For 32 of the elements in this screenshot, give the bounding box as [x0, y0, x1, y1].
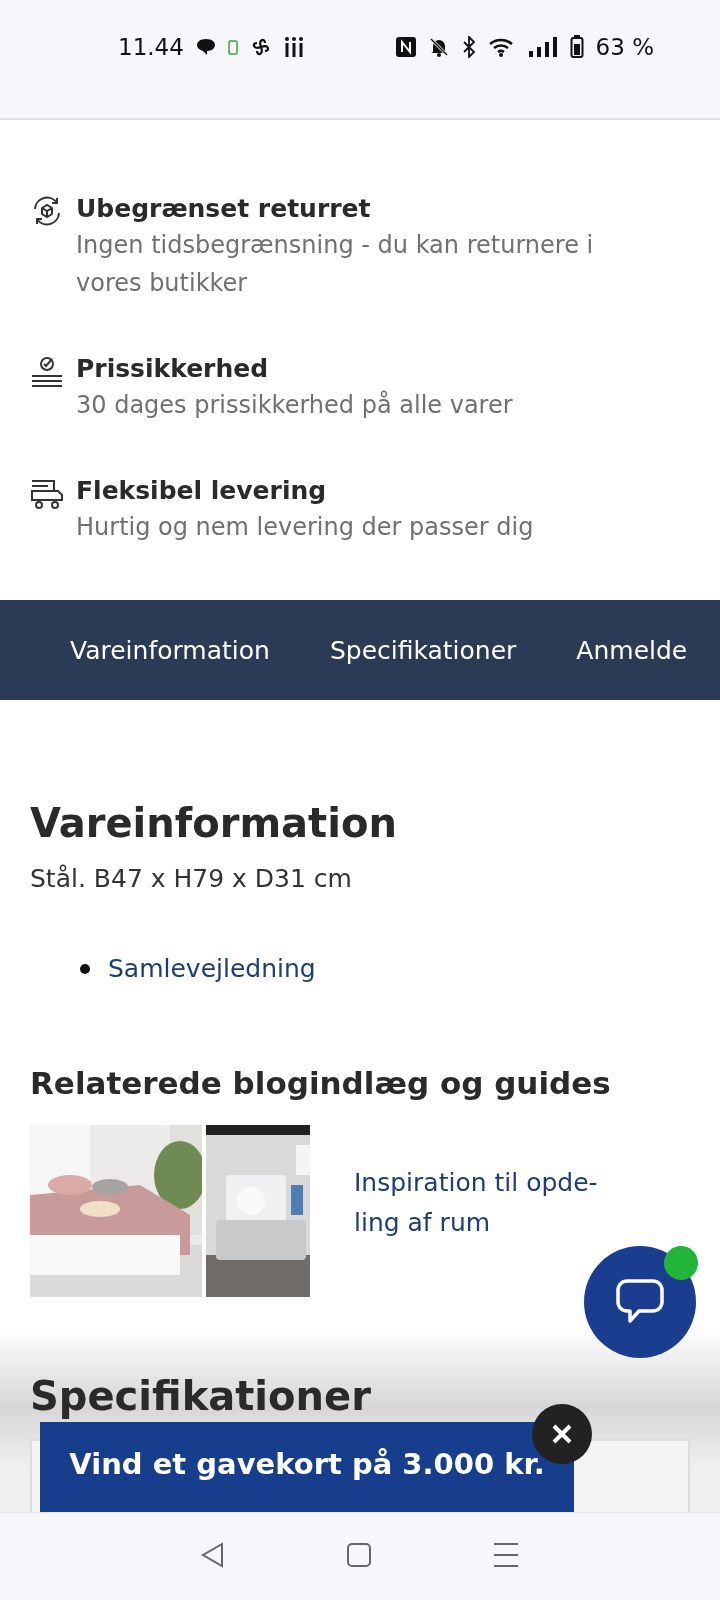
- feature-title: Ubegrænset returret: [76, 193, 372, 225]
- menu-icon: [492, 1542, 520, 1568]
- assembly-link[interactable]: Samlevejledning: [108, 949, 316, 989]
- back-icon: [200, 1542, 226, 1568]
- promo-banner[interactable]: Vind et gavekort på 3.000 kr.: [40, 1422, 574, 1512]
- nfc-icon: [395, 37, 416, 57]
- signal-icon: [527, 36, 558, 58]
- feature-title: Fleksibel levering: [76, 475, 328, 507]
- article-link[interactable]: Inspiration til opde-ling af rum: [354, 1163, 619, 1243]
- product-dimensions: Stål. B47 x H79 x D31 cm: [30, 864, 353, 893]
- bars-icon: [283, 36, 304, 58]
- battery-icon: [569, 35, 584, 59]
- close-icon: [552, 1424, 572, 1444]
- section-tab[interactable]: Specifikationer: [299, 635, 547, 665]
- section-heading: Relaterede blogindlæg og guides: [30, 1064, 612, 1103]
- feature-title: Prissikkerhed: [76, 353, 270, 385]
- bluetooth-icon: [461, 36, 476, 58]
- section-tab[interactable]: Anmelde: [546, 635, 718, 665]
- chat-icon: [195, 38, 216, 56]
- status-time: 11.44: [118, 34, 184, 60]
- price-check-icon: [30, 354, 64, 388]
- feature-description: 30 dages prissikkerhed på alle varer: [76, 389, 513, 421]
- section-heading: Specifikationer: [30, 1372, 372, 1421]
- battery-percent: 63 %: [595, 34, 654, 60]
- bullet-dot: [80, 964, 90, 974]
- battery-icon: [227, 39, 238, 55]
- section-tab[interactable]: Vareinformation: [40, 635, 300, 665]
- mute-icon: [427, 36, 450, 58]
- feature-description: Ingen tidsbegrænsning - du kan returnere i vores butikker: [76, 230, 595, 299]
- section-heading: Vareinformation: [30, 799, 398, 848]
- home-icon: [346, 1542, 372, 1568]
- feature-description: Hurtig og nem levering der passer dig: [76, 512, 534, 543]
